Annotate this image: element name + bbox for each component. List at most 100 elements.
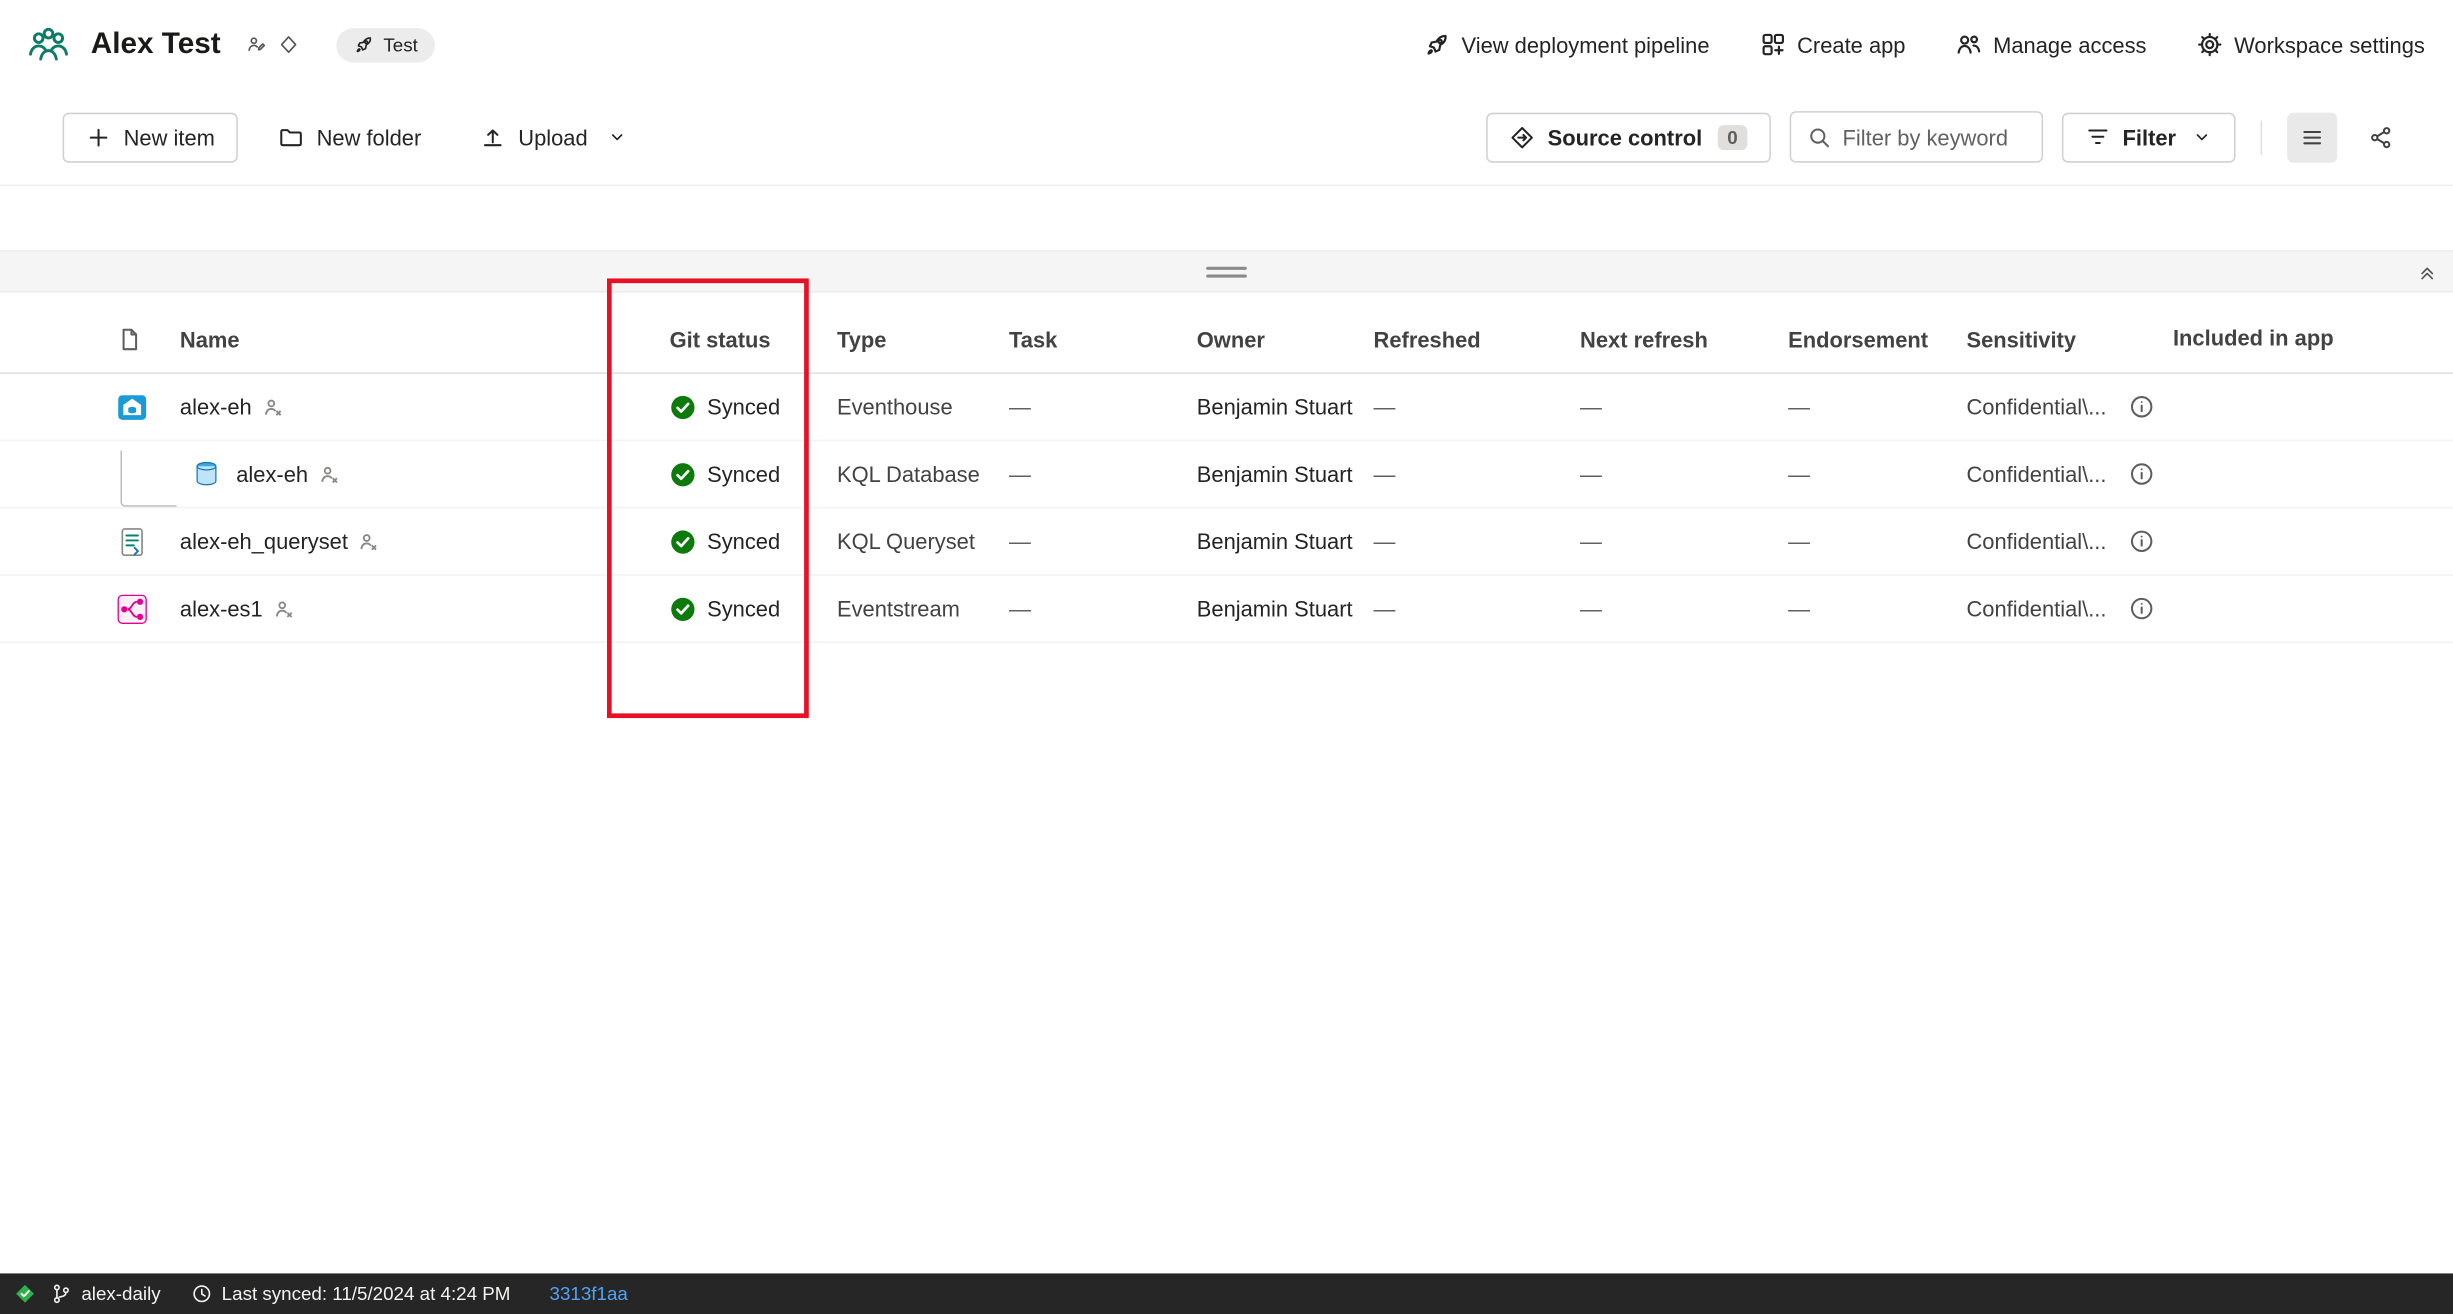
gear-icon: [2197, 31, 2224, 58]
eventstream-icon: [116, 592, 149, 625]
column-header-sensitivity[interactable]: Sensitivity: [1966, 326, 2163, 351]
table-row[interactable]: alex-eh Synced Eventhouse — Benjamin Stu…: [0, 374, 2453, 441]
source-control-status-icon: [14, 1283, 36, 1305]
info-icon[interactable]: [2128, 529, 2153, 554]
item-name[interactable]: alex-eh: [236, 462, 308, 487]
item-name[interactable]: alex-eh_queryset: [180, 529, 348, 554]
info-icon[interactable]: [2128, 394, 2153, 419]
eventhouse-icon: [116, 390, 149, 423]
commit-hash-link[interactable]: 3313f1aa: [550, 1283, 628, 1305]
double-chevron-up-icon: [2417, 261, 2437, 281]
item-sensitivity: Confidential\...: [1966, 394, 2106, 419]
content-spacer: [0, 186, 2453, 250]
page-title: Alex Test: [91, 27, 221, 61]
action-label: Workspace settings: [2234, 32, 2425, 57]
git-branch-icon: [50, 1283, 72, 1305]
kql-queryset-icon: [116, 525, 149, 558]
item-badge-icon: [263, 397, 283, 417]
action-label: View deployment pipeline: [1462, 32, 1710, 57]
branch-indicator[interactable]: alex-daily: [50, 1283, 161, 1305]
table-row[interactable]: alex-eh_queryset Synced KQL Queryset — B…: [0, 508, 2453, 575]
item-owner[interactable]: Benjamin Stuart: [1197, 394, 1374, 419]
column-header-owner[interactable]: Owner: [1197, 326, 1374, 351]
info-icon[interactable]: [2128, 462, 2153, 487]
source-control-button[interactable]: Source control 0: [1487, 112, 1771, 162]
item-next-refresh: —: [1580, 596, 1788, 621]
document-icon: [117, 326, 142, 351]
manage-access-button[interactable]: Manage access: [1956, 31, 2147, 58]
table-header-row: Name Git status Type Task Owner Refreshe…: [0, 305, 2453, 374]
column-header-name[interactable]: Name: [180, 326, 670, 351]
upload-button[interactable]: Upload: [462, 113, 646, 160]
item-name[interactable]: alex-es1: [180, 596, 263, 621]
kql-database-icon: [191, 458, 222, 489]
table-row[interactable]: alex-eh Synced KQL Database — Benjamin S…: [0, 441, 2453, 508]
workspace-header: Alex Test Test: [0, 0, 2453, 89]
last-synced-indicator: Last synced: 11/5/2024 at 4:24 PM: [190, 1283, 510, 1305]
collapse-panel-button[interactable]: [2417, 261, 2437, 281]
git-status-text: Synced: [707, 462, 780, 487]
search-icon: [1807, 124, 1832, 149]
create-app-button[interactable]: Create app: [1760, 31, 1906, 58]
domain-diamond-icon: [279, 34, 299, 54]
chevron-down-icon: [606, 127, 626, 147]
button-label: New item: [124, 124, 215, 149]
item-next-refresh: —: [1580, 462, 1788, 487]
toolbar-divider: [2261, 120, 2263, 154]
item-owner[interactable]: Benjamin Stuart: [1197, 596, 1374, 621]
new-folder-button[interactable]: New folder: [260, 113, 440, 160]
synced-check-icon: [670, 393, 697, 420]
item-type: KQL Database: [837, 462, 1009, 487]
column-header-git-status[interactable]: Git status: [670, 326, 837, 351]
column-header-included-in-app[interactable]: Included in app: [2164, 325, 2320, 352]
item-name[interactable]: alex-eh: [180, 394, 252, 419]
lineage-view-button[interactable]: [2356, 112, 2406, 162]
item-task: —: [1009, 394, 1197, 419]
item-task: —: [1009, 529, 1197, 554]
filter-icon: [2085, 124, 2110, 149]
column-header-task[interactable]: Task: [1009, 326, 1197, 351]
folder-icon: [279, 124, 304, 149]
items-table: Name Git status Type Task Owner Refreshe…: [0, 305, 2453, 643]
search-input[interactable]: [1843, 124, 2026, 149]
new-item-button[interactable]: New item: [63, 112, 239, 162]
stage-pill-label: Test: [383, 34, 417, 56]
deployment-stage-pill[interactable]: Test: [336, 27, 435, 61]
item-owner[interactable]: Benjamin Stuart: [1197, 462, 1374, 487]
item-type: Eventstream: [837, 596, 1009, 621]
item-type: Eventhouse: [837, 394, 1009, 419]
item-refreshed: —: [1374, 596, 1581, 621]
button-label: Filter: [2123, 124, 2177, 149]
item-endorsement: —: [1788, 462, 1966, 487]
column-header-next-refresh[interactable]: Next refresh: [1580, 326, 1788, 351]
branch-name: alex-daily: [81, 1283, 160, 1305]
resize-handle[interactable]: [1206, 266, 1247, 277]
info-icon[interactable]: [2128, 596, 2153, 621]
history-clock-icon: [190, 1283, 212, 1305]
git-status-text: Synced: [707, 529, 780, 554]
item-task: —: [1009, 462, 1197, 487]
column-header-endorsement[interactable]: Endorsement: [1788, 326, 1966, 351]
app-window: Alex Test Test: [0, 0, 2453, 1314]
column-header-refreshed[interactable]: Refreshed: [1374, 326, 1581, 351]
rocket-icon: [354, 34, 374, 54]
list-view-button[interactable]: [2287, 112, 2337, 162]
button-label: New folder: [317, 124, 422, 149]
plus-icon: [86, 124, 111, 149]
view-deployment-pipeline-button[interactable]: View deployment pipeline: [1424, 31, 1710, 58]
table-row[interactable]: alex-es1 Synced Eventstream — Benjamin S…: [0, 576, 2453, 643]
item-badge-icon: [359, 531, 379, 551]
column-header-type[interactable]: Type: [837, 326, 1009, 351]
source-control-count-badge: 0: [1718, 124, 1747, 149]
people-icon: [1956, 31, 1983, 58]
item-endorsement: —: [1788, 596, 1966, 621]
git-status-text: Synced: [707, 394, 780, 419]
filter-button[interactable]: Filter: [2062, 112, 2236, 162]
item-badge-icon: [274, 598, 294, 618]
items-toolbar: New item New folder Upload: [0, 89, 2453, 186]
workspace-identity-icon: [246, 34, 266, 54]
item-owner[interactable]: Benjamin Stuart: [1197, 529, 1374, 554]
synced-check-icon: [670, 461, 697, 488]
workspace-settings-button[interactable]: Workspace settings: [2197, 31, 2425, 58]
item-endorsement: —: [1788, 394, 1966, 419]
